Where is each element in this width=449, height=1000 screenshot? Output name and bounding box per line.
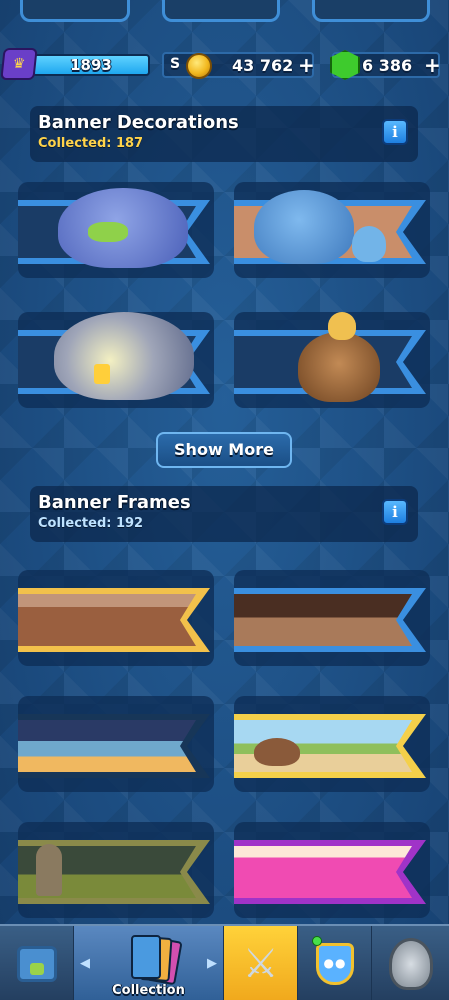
small-blue-creature (352, 226, 386, 262)
nav-collection-label: Collection (112, 983, 185, 998)
banner-decorations-header: Banner Decorations Collected: 187 i (30, 106, 418, 162)
gold-counter[interactable]: S 43 762 + (162, 52, 315, 79)
gem-add-button[interactable]: + (424, 55, 441, 75)
laurel-shield-icon (388, 938, 433, 990)
blue-ogre-figure (254, 190, 354, 264)
collected-count: Collected: 192 (38, 516, 144, 531)
gold-value: 43 762 (232, 56, 294, 75)
clan-shield-icon (315, 943, 354, 985)
nav-clan[interactable] (298, 926, 372, 1000)
collected-count: Collected: 187 (38, 136, 144, 151)
gem-icon (330, 50, 360, 80)
frame-tile[interactable] (234, 696, 430, 792)
stone-statue-figure (36, 844, 62, 896)
nav-shop[interactable] (0, 926, 74, 1000)
partial-card-middle[interactable] (162, 0, 280, 22)
frame-tile[interactable] (18, 570, 214, 666)
banner-shape (18, 588, 210, 652)
info-button[interactable]: i (382, 119, 408, 145)
partial-card-left[interactable] (20, 0, 130, 22)
decoration-tile[interactable] (18, 182, 214, 278)
slime-icon (88, 222, 128, 242)
notification-dot (312, 936, 322, 946)
banner-frames-header: Banner Frames Collected: 192 i (30, 486, 418, 542)
frame-tile[interactable] (18, 822, 214, 918)
frame-tile[interactable] (18, 696, 214, 792)
gold-add-button[interactable]: + (298, 55, 315, 75)
section-title: Banner Frames (38, 492, 191, 513)
lantern-icon (94, 364, 110, 384)
nav-battle[interactable]: ⚔ (224, 926, 298, 1000)
giant-skeleton-figure (54, 312, 194, 400)
decoration-tile[interactable] (234, 182, 430, 278)
xp-value: 1893 (70, 56, 112, 74)
crown-icon[interactable]: ♛ (0, 48, 38, 80)
section-title: Banner Decorations (38, 112, 239, 133)
info-button[interactable]: i (382, 499, 408, 525)
banner-shape (18, 714, 210, 778)
chevron-left-icon[interactable]: ◀ (80, 956, 90, 971)
bear-figure (298, 332, 380, 402)
frame-tile[interactable] (234, 822, 430, 918)
currency-bar: 1893 ♛ S 43 762 + 6 386 + (0, 44, 449, 84)
rider-figure (328, 312, 356, 340)
gold-coin-icon (186, 53, 212, 79)
nav-collection[interactable]: ◀ ▶ Collection (74, 926, 224, 1000)
xp-bar[interactable]: 1893 (32, 54, 150, 76)
treasure-chest-icon (16, 946, 57, 982)
show-more-button[interactable]: Show More (156, 432, 292, 468)
decoration-tile[interactable] (18, 312, 214, 408)
bottom-nav: ◀ ▶ Collection ⚔ (0, 924, 449, 1000)
chevron-right-icon[interactable]: ▶ (207, 956, 217, 971)
frame-tile[interactable] (234, 570, 430, 666)
gem-value: 6 386 (362, 56, 413, 75)
banner-shape (234, 840, 426, 904)
decoration-tile[interactable] (234, 312, 430, 408)
nav-events[interactable] (372, 926, 449, 1000)
banner-shape (234, 588, 426, 652)
crossed-swords-icon: ⚔ (242, 941, 279, 987)
gold-overlay-text: S (170, 56, 181, 72)
gem-counter[interactable]: 6 386 + (330, 50, 441, 80)
partial-card-right[interactable] (312, 0, 430, 22)
boar-figure (254, 738, 300, 766)
